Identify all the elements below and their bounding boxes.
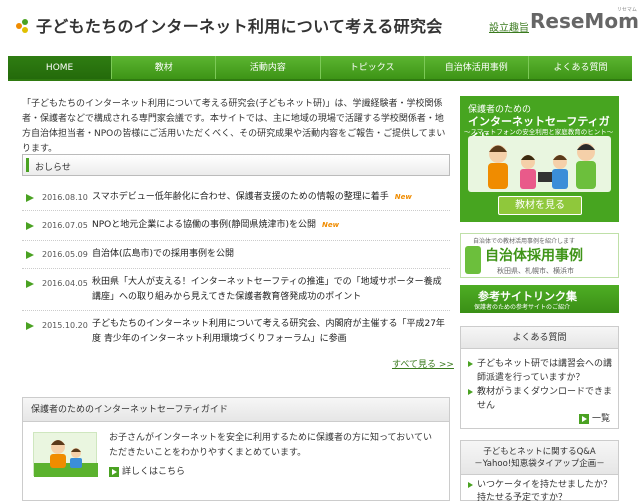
site-header: 子どもたちのインターネット利用について考える研究会 設立趣旨 ReseMom リ… bbox=[0, 0, 640, 52]
qa-item-text: いつケータイを持たせましたか？持たせる予定ですか？ bbox=[477, 480, 613, 501]
site-title[interactable]: 子どもたちのインターネット利用について考える研究会 bbox=[36, 13, 443, 37]
qa-item[interactable]: いつケータイを持たせましたか？持たせる予定ですか？ bbox=[468, 479, 617, 501]
news-text[interactable]: スマホデビュー低年齢化に合わせ、保護者支援のための情報の整理に着手 New bbox=[92, 190, 448, 205]
arrow-right-icon bbox=[109, 466, 119, 477]
faq-item-text: 子どもネット研では講習会への講師派遣を行っていますか？ bbox=[477, 359, 613, 383]
news-item[interactable]: 2016.07.05 NPOと地元企業による協働の事例(静岡県焼津市)を公開 Ne… bbox=[22, 211, 450, 241]
notices-title: おしらせ bbox=[35, 163, 71, 173]
arrow-right-icon bbox=[468, 361, 473, 367]
arrow-right-icon bbox=[468, 482, 473, 488]
case-study-small: 自治体での教材活用事例を紹介します bbox=[473, 238, 576, 245]
safety-guide-banner[interactable]: 保護者のための インターネットセーフティガイド ～スマートフォンの安全利用と家庭… bbox=[460, 96, 619, 222]
news-item[interactable]: 2016.04.05 秋田県「大人が支える！インターネットセーフティの推進」での… bbox=[22, 269, 450, 311]
see-all-link[interactable]: すべて見る >> bbox=[392, 357, 454, 370]
qa-subtitle: －Yahoo!知恵袋タイアップ企画－ bbox=[474, 459, 605, 469]
case-study-banner[interactable]: 自治体での教材活用事例を紹介します 自治体採用事例 秋田県、札幌市、横浜市 bbox=[460, 233, 619, 278]
faq-item[interactable]: 教材がうまくダウンロードできません bbox=[468, 385, 617, 413]
nav-topics[interactable]: トピックス bbox=[321, 56, 425, 79]
arrow-right-icon bbox=[26, 322, 34, 330]
faq-item-text: 教材がうまくダウンロードできません bbox=[477, 387, 613, 411]
arrow-right-icon bbox=[579, 413, 589, 424]
qa-title: 子どもとネットに関するQ&A bbox=[483, 447, 596, 457]
robot-icon bbox=[465, 246, 481, 274]
news-title: スマホデビュー低年齢化に合わせ、保護者支援のための情報の整理に着手 bbox=[92, 192, 389, 202]
family-illustration bbox=[468, 136, 611, 192]
intro-text: 「子どもたちのインターネット利用について考える研究会(子どもネット研)」は、学識… bbox=[22, 99, 446, 154]
banner-line3: ～スマートフォンの安全利用と家庭教育のヒント～ bbox=[464, 128, 614, 136]
news-text[interactable]: 自治体(広島市)での採用事例を公開 bbox=[92, 247, 448, 262]
notices-header: おしらせ bbox=[22, 154, 450, 176]
news-date: 2015.10.20 bbox=[42, 321, 88, 330]
guide-description: お子さんがインターネットを安全に利用するために保護者の方に知っておいていただきた… bbox=[109, 433, 433, 458]
qa-header: 子どもとネットに関するQ&A －Yahoo!知恵袋タイアップ企画－ bbox=[461, 441, 618, 475]
news-date: 2016.08.10 bbox=[42, 193, 88, 202]
news-title: NPOと地元企業による協働の事例(静岡県焼津市)を公開 bbox=[92, 220, 316, 230]
qa-section: 子どもとネットに関するQ&A －Yahoo!知恵袋タイアップ企画－ いつケータイ… bbox=[460, 440, 619, 501]
faq-title: よくある質問 bbox=[461, 327, 618, 349]
case-study-title: 自治体採用事例 bbox=[485, 248, 583, 264]
arrow-right-icon bbox=[26, 280, 34, 288]
news-date: 2016.07.05 bbox=[42, 221, 88, 230]
site-logo-icon bbox=[16, 19, 30, 33]
news-list: 2016.08.10 スマホデビュー低年齢化に合わせ、保護者支援のための情報の整… bbox=[22, 185, 450, 351]
faq-item[interactable]: 子どもネット研では講習会への講師派遣を行っていますか？ bbox=[468, 357, 617, 385]
main-nav: HOME 教材 活動内容 トピックス 自治体活用事例 よくある質問 bbox=[8, 56, 632, 81]
about-link[interactable]: 設立趣旨 bbox=[489, 19, 529, 34]
new-badge: New bbox=[322, 221, 340, 229]
nav-faq[interactable]: よくある質問 bbox=[529, 56, 632, 79]
parent-child-illustration-icon bbox=[34, 440, 98, 477]
news-text[interactable]: NPOと地元企業による協働の事例(静岡県焼津市)を公開 New bbox=[92, 218, 448, 233]
guide-section: 保護者のためのインターネットセーフティガイド お子さんがインターネットを安全に利… bbox=[22, 397, 450, 501]
news-text[interactable]: 子どもたちのインターネット利用について考える研究会、内閣府が主催する「平成27年… bbox=[92, 317, 448, 347]
new-badge: New bbox=[394, 193, 412, 201]
resemom-logo-sub: リセマム bbox=[616, 7, 637, 13]
guide-more-label: 詳しくはこちら bbox=[122, 467, 186, 477]
reference-links-sub: 保護者のための参考サイトのご紹介 bbox=[474, 304, 571, 311]
nav-materials[interactable]: 教材 bbox=[112, 56, 217, 79]
nav-activities[interactable]: 活動内容 bbox=[216, 56, 321, 79]
nav-home[interactable]: HOME bbox=[8, 56, 113, 79]
news-date: 2016.05.09 bbox=[42, 250, 88, 259]
guide-illustration[interactable] bbox=[33, 432, 98, 477]
faq-section: よくある質問 子どもネット研では講習会への講師派遣を行っていますか？ 教材がうま… bbox=[460, 326, 619, 429]
news-item[interactable]: 2015.10.20 子どもたちのインターネット利用について考える研究会、内閣府… bbox=[22, 311, 450, 351]
resemom-logo[interactable]: ReseMom リセマム bbox=[530, 7, 639, 33]
news-text[interactable]: 秋田県「大人が支える！インターネットセーフティの推進」での「地域サポーター養成講… bbox=[92, 275, 448, 305]
notices-header-bar bbox=[26, 158, 29, 172]
news-date: 2016.04.05 bbox=[42, 279, 88, 288]
arrow-right-icon bbox=[26, 222, 34, 230]
faq-more-link[interactable]: 一覧 bbox=[579, 411, 610, 424]
arrow-right-icon bbox=[26, 194, 34, 202]
news-item[interactable]: 2016.08.10 スマホデビュー低年齢化に合わせ、保護者支援のための情報の整… bbox=[22, 185, 450, 211]
faq-more-label: 一覧 bbox=[592, 414, 611, 424]
case-study-cities: 秋田県、札幌市、横浜市 bbox=[497, 267, 574, 275]
family-icon bbox=[488, 143, 596, 189]
guide-title: 保護者のためのインターネットセーフティガイド bbox=[23, 398, 449, 422]
arrow-right-icon bbox=[468, 389, 473, 395]
reference-links-banner[interactable]: 参考サイトリンク集 保護者のための参考サイトのご紹介 bbox=[460, 285, 619, 313]
guide-more-link[interactable]: 詳しくはこちら bbox=[109, 464, 185, 477]
nav-case-studies[interactable]: 自治体活用事例 bbox=[425, 56, 529, 79]
view-materials-button[interactable]: 教材を見る bbox=[498, 196, 582, 215]
news-item[interactable]: 2016.05.09 自治体(広島市)での採用事例を公開 bbox=[22, 241, 450, 269]
arrow-right-icon bbox=[26, 251, 34, 259]
